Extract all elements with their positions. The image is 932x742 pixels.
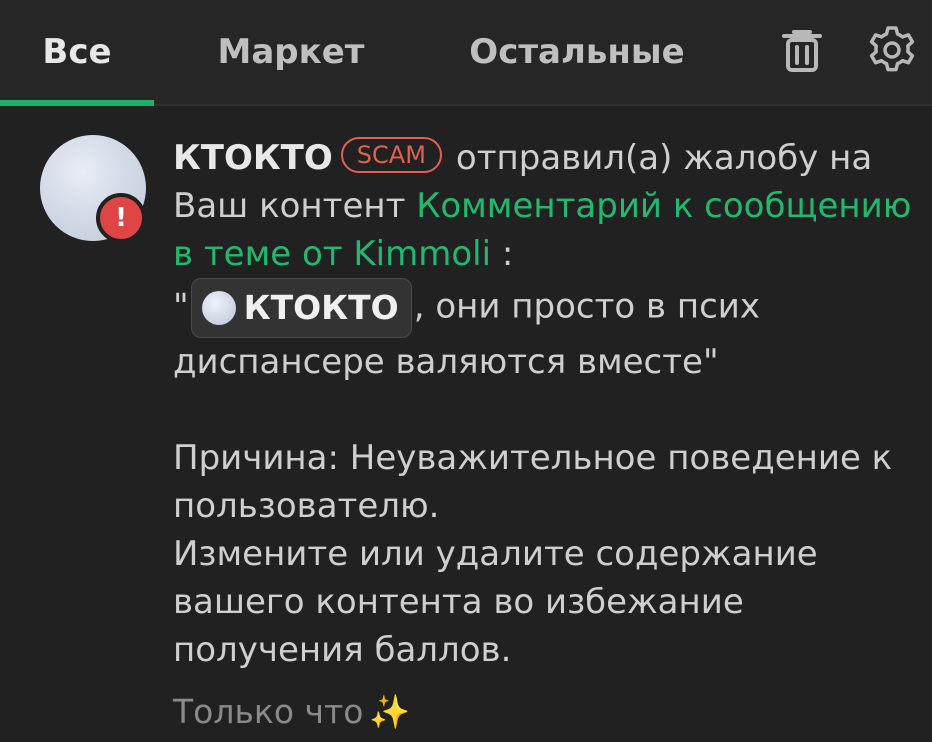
quote-open: " (173, 286, 189, 327)
sparkle-icon: ✨ (369, 692, 411, 731)
notification-avatar-group[interactable]: ! (40, 135, 148, 243)
colon-text: : (491, 234, 514, 274)
active-tab-indicator (0, 100, 154, 106)
mention-name: КТОКТО (243, 288, 399, 327)
timestamp-text: Только что (173, 692, 364, 731)
user-mention[interactable]: КТОКТО (190, 278, 412, 338)
notification-body: КТОКТО SCAM отправил(а) жалобу на Ваш конт… (173, 134, 923, 674)
tab-other[interactable]: Остальные (450, 0, 704, 104)
tab-all[interactable]: Все (0, 0, 154, 104)
tab-bar: Все Маркет Остальные (0, 0, 932, 106)
reason-text: Причина: Неуважительное поведение к поль… (173, 438, 893, 526)
username-link[interactable]: КТОКТО (173, 138, 333, 178)
gear-icon[interactable] (864, 22, 920, 78)
trash-icon[interactable] (774, 22, 830, 78)
alert-icon: ! (96, 193, 146, 243)
tab-market[interactable]: Маркет (200, 0, 382, 104)
instruction-text: Измените или удалите содержание вашего к… (173, 534, 818, 670)
mention-avatar (201, 291, 236, 325)
scam-badge: SCAM (340, 137, 442, 173)
timestamp: Только что ✨ (173, 688, 411, 736)
